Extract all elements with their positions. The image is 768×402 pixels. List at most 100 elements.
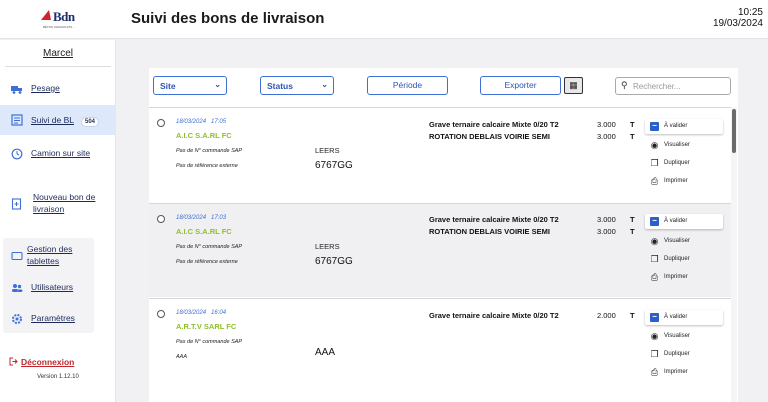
eye-icon: ◉ xyxy=(650,236,659,246)
table-row[interactable]: 18/03/2024 16:04 A.R.T.V SARL FC Pas de … xyxy=(149,298,732,392)
row-datetime: 18/03/2024 17:03 xyxy=(176,215,227,221)
sidebar-item-label: Pesage xyxy=(31,83,60,93)
row-unit: T xyxy=(630,227,635,236)
sidebar-item-pesage[interactable]: Pesage xyxy=(0,78,116,100)
row-select-radio[interactable] xyxy=(157,119,165,127)
table-row[interactable]: 18/03/2024 17:05 A.I.C S.A.RL FC Pas de … xyxy=(149,107,732,201)
minus-icon: − xyxy=(650,217,659,226)
sidebar-item-nouveau-bl[interactable]: Nouveau bon de livraison xyxy=(0,190,116,216)
row-site: LEERS xyxy=(315,146,340,155)
row-client: A.I.C S.A.RL FC xyxy=(176,227,232,236)
sidebar-item-label: Suivi de BL xyxy=(31,115,74,125)
clock-time: 10:25 xyxy=(737,7,763,18)
row-reference: Pas de référence externe xyxy=(176,259,238,265)
row-reference: AAA xyxy=(176,354,188,360)
row-plate: 6767GG xyxy=(315,256,353,267)
status-button[interactable]: − À valider xyxy=(645,310,723,325)
sidebar-item-utilisateurs[interactable]: Utilisateurs xyxy=(0,280,116,296)
status-select[interactable]: Status ⌄ xyxy=(260,76,334,95)
tablet-icon xyxy=(11,250,23,262)
divider xyxy=(5,66,111,67)
sidebar-item-label: Utilisateurs xyxy=(31,282,74,292)
status-button[interactable]: − À valider xyxy=(645,119,723,134)
row-select-radio[interactable] xyxy=(157,215,165,223)
duplicate-icon: ❐ xyxy=(650,254,659,264)
list-icon xyxy=(11,114,23,126)
page-title: Suivi des bons de livraison xyxy=(131,10,325,27)
row-client: A.I.C S.A.RL FC xyxy=(176,131,232,140)
row-plate: 6767GG xyxy=(315,160,353,171)
row-select-radio[interactable] xyxy=(157,310,165,318)
scrollbar-thumb[interactable] xyxy=(732,109,736,153)
row-client: A.R.T.V SARL FC xyxy=(176,322,237,331)
row-commande: Pas de N° commande SAP xyxy=(176,244,243,250)
row-datetime: 18/03/2024 17:05 xyxy=(176,119,227,125)
search-placeholder: Rechercher... xyxy=(633,82,681,91)
eye-icon: ◉ xyxy=(650,331,659,341)
new-document-icon xyxy=(11,198,23,210)
periode-button[interactable]: Période xyxy=(367,76,448,95)
printer-icon: ⎙ xyxy=(650,367,659,377)
row-product: ROTATION DEBLAIS VOIRIE SEMI xyxy=(429,132,550,141)
table-row[interactable]: 18/03/2024 17:03 A.I.C S.A.RL FC Pas de … xyxy=(149,203,732,297)
chevron-down-icon: ⌄ xyxy=(321,80,328,89)
logout-icon xyxy=(9,357,18,368)
row-quantity: 2.000 xyxy=(597,311,616,320)
row-unit: T xyxy=(630,132,635,141)
row-commande: Pas de N° commande SAP xyxy=(176,339,243,345)
sidebar-item-label: tablettes xyxy=(27,256,60,266)
top-bar: Bdn BÉTON GRANULATS ... Suivi des bons d… xyxy=(0,0,768,39)
search-icon: ⚲ xyxy=(621,80,628,90)
row-unit: T xyxy=(630,311,635,320)
site-select[interactable]: Site ⌄ xyxy=(153,76,227,95)
sidebar: Marcel Pesage Suivi de BL 504 Camion sur… xyxy=(0,40,116,402)
sidebar-item-camion-sur-site[interactable]: Camion sur site xyxy=(0,144,116,164)
site-select-label: Site xyxy=(160,81,176,91)
sidebar-item-parametres[interactable]: Paramètres xyxy=(0,311,116,327)
delivery-list-panel: Site ⌄ Status ⌄ Période Exporter ▦ ⚲ Rec… xyxy=(149,68,738,402)
row-quantity: 3.000 xyxy=(597,215,616,224)
sidebar-item-label: Gestion des xyxy=(27,244,73,254)
row-product: Grave ternaire calcaire Mixte 0/20 T2 xyxy=(429,120,559,129)
user-name[interactable]: Marcel xyxy=(0,48,116,59)
search-input[interactable]: ⚲ Rechercher... xyxy=(615,77,731,95)
clock-date: 19/03/2024 xyxy=(712,18,763,29)
status-button[interactable]: − À valider xyxy=(645,214,723,229)
minus-icon: − xyxy=(650,122,659,131)
sidebar-item-label: Camion sur site xyxy=(31,148,91,158)
row-quantity: 3.000 xyxy=(597,227,616,236)
count-badge: 504 xyxy=(81,117,100,127)
duplicate-icon: ❐ xyxy=(650,158,659,168)
status-select-label: Status xyxy=(267,81,293,91)
printer-icon: ⎙ xyxy=(650,272,659,282)
users-icon xyxy=(11,282,23,294)
row-site: LEERS xyxy=(315,242,340,251)
sidebar-item-label: Nouveau bon de xyxy=(33,192,96,202)
row-quantity: 3.000 xyxy=(597,120,616,129)
filter-toolbar: Site ⌄ Status ⌄ Période Exporter ▦ ⚲ Rec… xyxy=(149,68,738,104)
status-label: À valider xyxy=(664,218,688,224)
spreadsheet-icon: ▦ xyxy=(569,80,578,90)
logo-tagline: BÉTON GRANULATS ... xyxy=(43,25,76,29)
row-datetime: 18/03/2024 16:04 xyxy=(176,310,227,316)
logo-text: Bdn xyxy=(53,9,75,24)
app-version: Version 1.12.10 xyxy=(37,374,79,380)
clock-icon xyxy=(11,148,23,160)
row-product: ROTATION DEBLAIS VOIRIE SEMI xyxy=(429,227,550,236)
row-plate: AAA xyxy=(315,347,336,358)
row-reference: Pas de référence externe xyxy=(176,163,238,169)
duplicate-icon: ❐ xyxy=(650,349,659,359)
row-unit: T xyxy=(630,120,635,129)
sidebar-item-gestion-tablettes[interactable]: Gestion des tablettes xyxy=(0,242,116,268)
logout-link[interactable]: Déconnexion xyxy=(9,357,75,367)
row-product: Grave ternaire calcaire Mixte 0/20 T2 xyxy=(429,311,559,320)
export-button[interactable]: Exporter xyxy=(480,76,561,95)
gear-icon xyxy=(11,313,23,325)
logout-label: Déconnexion xyxy=(21,357,75,367)
chevron-down-icon: ⌄ xyxy=(214,80,221,89)
status-label: À valider xyxy=(664,314,688,320)
printer-icon: ⎙ xyxy=(650,176,659,186)
row-quantity: 3.000 xyxy=(597,132,616,141)
row-unit: T xyxy=(630,215,635,224)
excel-export-button[interactable]: ▦ xyxy=(564,77,583,94)
